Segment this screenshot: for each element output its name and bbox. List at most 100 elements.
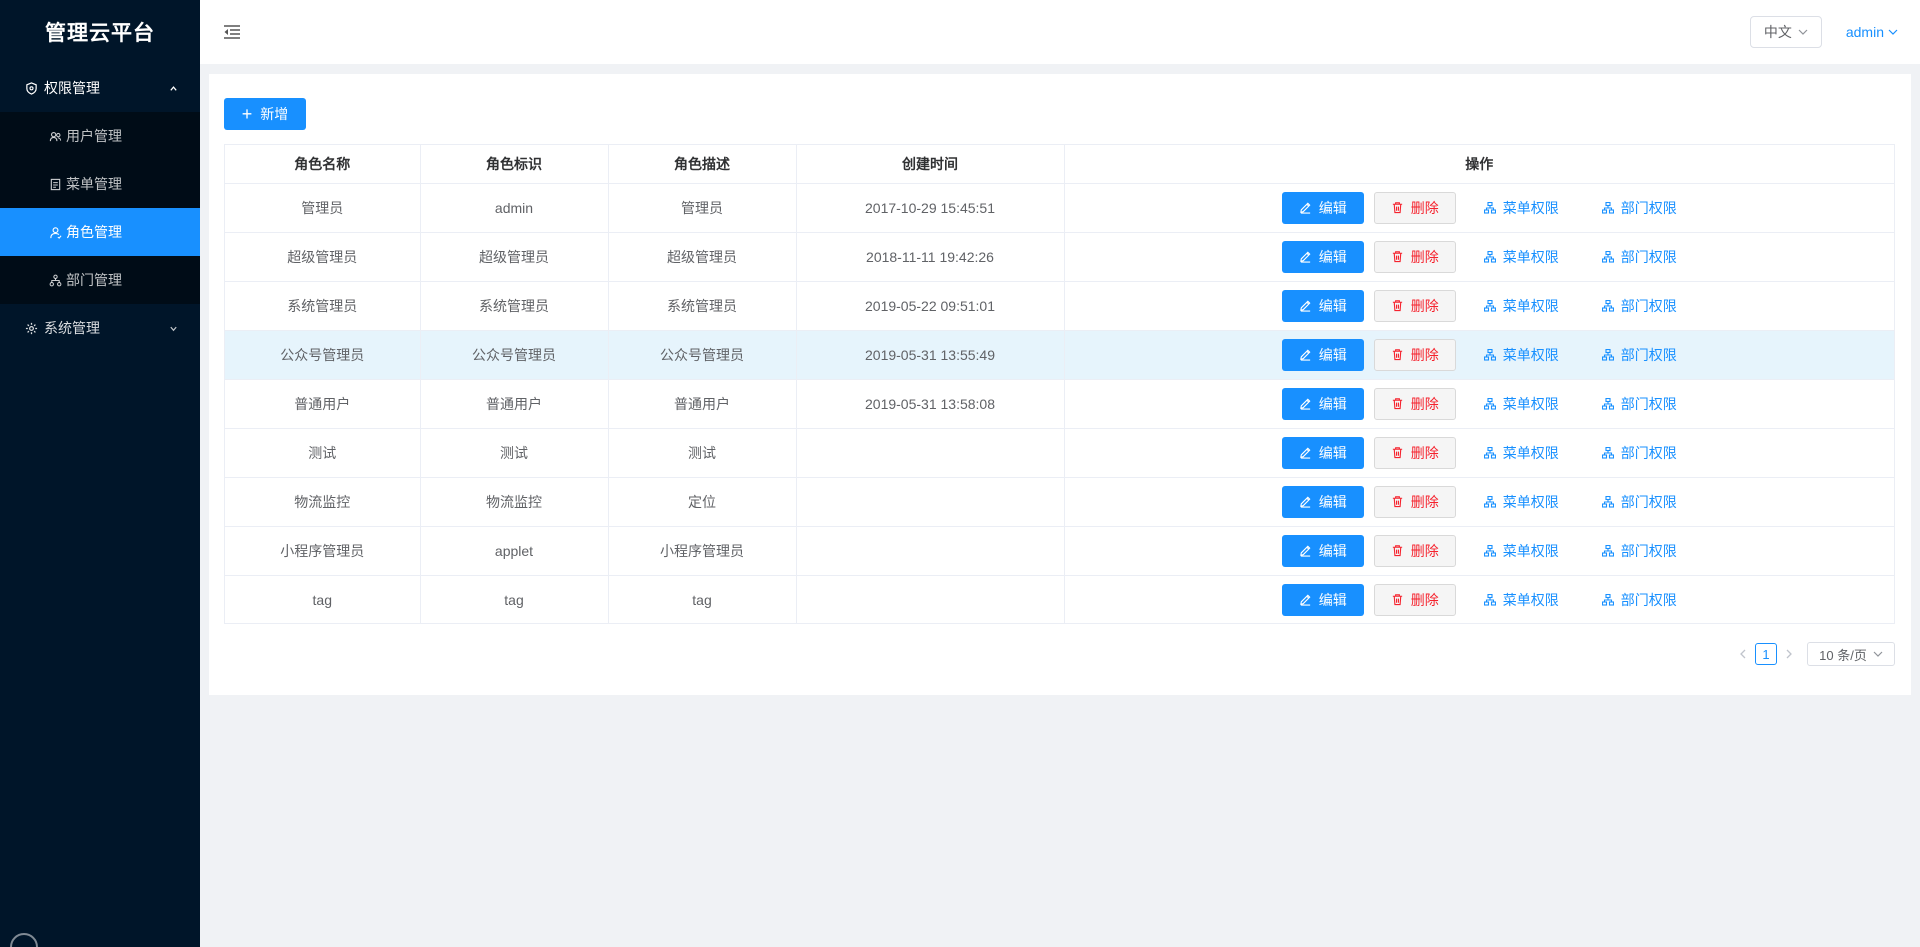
- menu-permission-button[interactable]: 菜单权限: [1483, 492, 1559, 512]
- sidebar-item-departments[interactable]: 部门管理: [0, 256, 200, 304]
- language-select[interactable]: 中文: [1749, 16, 1822, 48]
- menu-permission-button[interactable]: 菜单权限: [1483, 247, 1559, 267]
- menu-fold-icon[interactable]: [220, 20, 244, 44]
- menu-permission-label: 菜单权限: [1502, 395, 1559, 412]
- page-size-select[interactable]: 10 条/页: [1807, 642, 1895, 666]
- edit-button[interactable]: 编辑: [1281, 240, 1364, 273]
- dept-permission-button[interactable]: 部门权限: [1601, 492, 1677, 512]
- org-tree-icon: [1483, 495, 1497, 509]
- page-number[interactable]: 1: [1755, 643, 1777, 665]
- cell-created-time: 2019-05-31 13:58:08: [796, 379, 1065, 429]
- cell-created-time: 2019-05-22 09:51:01: [796, 281, 1065, 331]
- dept-permission-label: 部门权限: [1620, 297, 1677, 314]
- dept-permission-label: 部门权限: [1620, 199, 1677, 216]
- delete-button[interactable]: 删除: [1373, 289, 1456, 322]
- menu-permission-button[interactable]: 菜单权限: [1483, 541, 1559, 561]
- delete-button[interactable]: 删除: [1373, 240, 1456, 273]
- add-button[interactable]: + 新增: [224, 98, 306, 130]
- column-header: 角色名称: [225, 145, 421, 184]
- delete-button[interactable]: 删除: [1373, 485, 1456, 518]
- edit-icon: [1299, 446, 1313, 460]
- cell-role-desc: 普通用户: [608, 379, 797, 429]
- cell-role-key: 公众号管理员: [420, 330, 609, 380]
- org-tree-icon: [1601, 397, 1615, 411]
- delete-button[interactable]: 删除: [1373, 338, 1456, 371]
- dept-permission-label: 部门权限: [1620, 444, 1677, 461]
- table-row[interactable]: 公众号管理员 公众号管理员 公众号管理员 2019-05-31 13:55:49 编辑删…: [225, 330, 1894, 380]
- edit-button[interactable]: 编辑: [1281, 534, 1364, 567]
- prev-page-button[interactable]: [1733, 642, 1753, 666]
- sidebar-item-roles[interactable]: 角色管理: [0, 208, 200, 256]
- menu-group-system[interactable]: 系统管理: [0, 304, 200, 352]
- table-row[interactable]: tag tag tag 编辑 删除 菜单权限 部门权限: [225, 575, 1894, 624]
- row-actions: 编辑 删除 菜单权限 部门权限: [1065, 191, 1895, 224]
- user-dropdown[interactable]: admin: [1846, 24, 1898, 40]
- cell-created-time: 2018-11-11 19:42:26: [796, 232, 1065, 282]
- cell-role-key: tag: [420, 575, 609, 624]
- next-page-button[interactable]: [1779, 642, 1799, 666]
- edit-button[interactable]: 编辑: [1281, 583, 1364, 616]
- delete-button[interactable]: 删除: [1373, 436, 1456, 469]
- trash-icon: [1391, 446, 1405, 460]
- menu-group-label: 系统管理: [44, 320, 100, 336]
- menu-permission-button[interactable]: 菜单权限: [1483, 590, 1559, 610]
- menu-permission-button[interactable]: 菜单权限: [1483, 296, 1559, 316]
- delete-button[interactable]: 删除: [1373, 191, 1456, 224]
- cell-role-desc: tag: [608, 575, 797, 624]
- org-tree-icon: [1483, 544, 1497, 558]
- delete-label: 删除: [1410, 395, 1439, 412]
- edit-label: 编辑: [1318, 493, 1347, 510]
- menu-permission-button[interactable]: 菜单权限: [1483, 345, 1559, 365]
- table-row[interactable]: 普通用户 普通用户 普通用户 2019-05-31 13:58:08 编辑 删除 菜单权限部…: [225, 379, 1894, 429]
- dept-permission-label: 部门权限: [1620, 542, 1677, 559]
- delete-button[interactable]: 删除: [1373, 534, 1456, 567]
- menu-permission-button[interactable]: 菜单权限: [1483, 443, 1559, 463]
- sidebar: 管理云平台 权限管理 用户管理 菜单管理 角色管理 部门管理 系统管理: [0, 0, 200, 947]
- row-actions: 编辑 删除 菜单权限 部门权限: [1065, 485, 1895, 518]
- cell-created-time: 2017-10-29 15:45:51: [796, 183, 1065, 233]
- org-tree-icon: [1483, 348, 1497, 362]
- menu-permission-button[interactable]: 菜单权限: [1483, 394, 1559, 414]
- cell-actions: 编辑 删除 菜单权限 部门权限: [1064, 330, 1894, 380]
- cell-role-desc: 测试: [608, 428, 797, 478]
- header: 中文 admin: [200, 0, 1920, 64]
- table-row[interactable]: 小程序管理员 applet 小程序管理员 编辑 删除 菜单权限 部门权限: [225, 526, 1894, 576]
- table-row[interactable]: 物流监控 物流监控 定位 编辑 删除 菜单权限 部门权限: [225, 477, 1895, 527]
- edit-button[interactable]: 编辑: [1281, 338, 1364, 371]
- delete-label: 删除: [1410, 346, 1439, 363]
- edit-button[interactable]: 编辑: [1281, 289, 1364, 322]
- dept-permission-button[interactable]: 部门权限: [1601, 198, 1677, 218]
- sidebar-item-menus[interactable]: 菜单管理: [0, 160, 200, 208]
- dept-permission-button[interactable]: 部门权限: [1601, 296, 1677, 316]
- edit-button[interactable]: 编辑: [1281, 387, 1364, 420]
- table-row[interactable]: 管理员 admin 管理员 2017-10-29 15:45:51 编辑 删除 菜单权限 部门…: [225, 183, 1895, 233]
- cell-role-name: 物流监控: [225, 477, 421, 527]
- dept-permission-label: 部门权限: [1620, 493, 1677, 510]
- sidebar-item-users[interactable]: 用户管理: [0, 112, 200, 160]
- delete-button[interactable]: 删除: [1373, 583, 1456, 616]
- delete-label: 删除: [1410, 248, 1439, 265]
- cell-role-key: 超级管理员: [420, 232, 609, 282]
- dept-permission-button[interactable]: 部门权限: [1601, 590, 1677, 610]
- edit-button[interactable]: 编辑: [1281, 191, 1364, 224]
- dept-permission-button[interactable]: 部门权限: [1601, 394, 1677, 414]
- menu-permission-button[interactable]: 菜单权限: [1483, 198, 1559, 218]
- cell-actions: 编辑 删除 菜单权限 部门权限: [1064, 281, 1894, 331]
- cell-actions: 编辑 删除 菜单权限 部门权限: [1064, 183, 1895, 233]
- dept-permission-button[interactable]: 部门权限: [1601, 247, 1677, 267]
- delete-label: 删除: [1410, 199, 1439, 216]
- delete-button[interactable]: 删除: [1373, 387, 1456, 420]
- edit-button[interactable]: 编辑: [1281, 436, 1364, 469]
- table-row[interactable]: 超级管理员 超级管理员 超级管理员 2018-11-11 19:42:26 编辑 删除 菜单…: [225, 232, 1894, 282]
- dept-permission-button[interactable]: 部门权限: [1601, 345, 1677, 365]
- menu-permission-label: 菜单权限: [1502, 199, 1559, 216]
- dept-permission-button[interactable]: 部门权限: [1601, 541, 1677, 561]
- edit-button[interactable]: 编辑: [1281, 485, 1364, 518]
- gear-icon: [24, 321, 38, 335]
- table-row[interactable]: 系统管理员 系统管理员 系统管理员 2019-05-22 09:51:01 编辑 删除 菜单…: [225, 281, 1894, 331]
- edit-icon: [1299, 201, 1313, 215]
- menu-group-permission[interactable]: 权限管理: [0, 64, 200, 112]
- edit-icon: [1299, 299, 1313, 313]
- dept-permission-button[interactable]: 部门权限: [1601, 443, 1677, 463]
- table-row[interactable]: 测试 测试 测试 编辑 删除 菜单权限 部门权限: [225, 428, 1894, 478]
